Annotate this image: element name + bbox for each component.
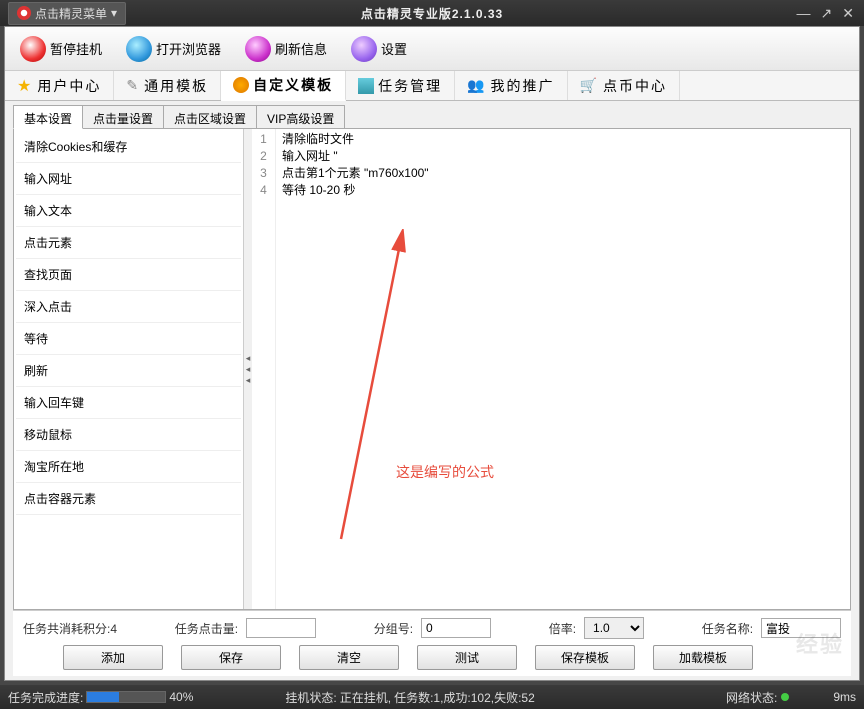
cart-icon: 🛒: [580, 77, 599, 94]
star-icon: ★: [17, 76, 33, 96]
refresh-icon: [245, 36, 271, 62]
tab-user-center[interactable]: ★用户中心: [5, 71, 114, 100]
net-label: 网络状态:: [726, 689, 777, 706]
minimize-icon[interactable]: —: [797, 5, 811, 22]
maximize-icon[interactable]: ↗: [821, 5, 833, 22]
sub-tab-area[interactable]: 点击区域设置: [163, 105, 257, 128]
rate-select[interactable]: 1.0: [584, 617, 644, 639]
clear-button[interactable]: 清空: [299, 645, 399, 670]
annotation-arrow: [316, 229, 436, 549]
task-stats: 任务数:1,成功:102,失败:52: [394, 689, 535, 706]
clicks-label: 任务点击量:: [175, 620, 238, 637]
chevron-down-icon: ▾: [111, 6, 117, 20]
cmd-enter-key[interactable]: 输入回车键: [16, 387, 241, 419]
group-input[interactable]: [421, 618, 491, 638]
circle-icon: [233, 77, 249, 93]
main-window: 暂停挂机 打开浏览器 刷新信息 设置 ★用户中心 ✎通用模板 自定义模板 任务管…: [4, 26, 860, 681]
code-line[interactable]: 等待 10-20 秒: [282, 182, 844, 199]
content-area: 基本设置 点击量设置 点击区域设置 VIP高级设置 清除Cookies和缓存 输…: [5, 101, 859, 680]
window-title: 点击精灵专业版2.1.0.33: [361, 5, 503, 22]
doc-icon: [358, 78, 374, 94]
menu-label: 点击精灵菜单: [35, 5, 107, 22]
script-editor[interactable]: 1 2 3 4 清除临时文件 输入网址 " 点击第1个元素 "m760x100"…: [252, 129, 850, 609]
code-line[interactable]: 点击第1个元素 "m760x100": [282, 165, 844, 182]
main-tabs: ★用户中心 ✎通用模板 自定义模板 任务管理 👥我的推广 🛒点币中心: [5, 71, 859, 101]
wand-icon: ✎: [126, 77, 140, 94]
tab-task-manage[interactable]: 任务管理: [346, 71, 455, 100]
task-name-input[interactable]: [761, 618, 841, 638]
rate-label: 倍率:: [549, 620, 576, 637]
cmd-click-container[interactable]: 点击容器元素: [16, 483, 241, 515]
app-menu-button[interactable]: 点击精灵菜单 ▾: [8, 2, 126, 25]
cmd-wait[interactable]: 等待: [16, 323, 241, 355]
code-line[interactable]: 清除临时文件: [282, 131, 844, 148]
pause-button[interactable]: 暂停挂机: [9, 31, 113, 67]
panel-body: 清除Cookies和缓存 输入网址 输入文本 点击元素 查找页面 深入点击 等待…: [13, 129, 851, 610]
sub-tabs: 基本设置 点击量设置 点击区域设置 VIP高级设置: [13, 105, 851, 129]
code-line[interactable]: 输入网址 ": [282, 148, 844, 165]
close-icon[interactable]: ✕: [842, 5, 854, 22]
tab-my-promotion[interactable]: 👥我的推广: [455, 71, 567, 100]
add-button[interactable]: 添加: [63, 645, 163, 670]
save-template-button[interactable]: 保存模板: [535, 645, 635, 670]
cmd-input-url[interactable]: 输入网址: [16, 163, 241, 195]
cmd-taobao-location[interactable]: 淘宝所在地: [16, 451, 241, 483]
tab-custom-template[interactable]: 自定义模板: [221, 71, 346, 101]
cmd-clear-cookies[interactable]: 清除Cookies和缓存: [16, 131, 241, 163]
cmd-deep-click[interactable]: 深入点击: [16, 291, 241, 323]
sub-tab-basic[interactable]: 基本设置: [13, 105, 83, 129]
app-icon: [17, 6, 31, 20]
hang-label: 挂机状态:: [285, 689, 336, 706]
refresh-button[interactable]: 刷新信息: [234, 31, 338, 67]
settings-icon: [351, 36, 377, 62]
toolbar: 暂停挂机 打开浏览器 刷新信息 设置: [5, 27, 859, 71]
hang-value: 正在挂机,: [340, 689, 391, 706]
status-dot-icon: [781, 693, 789, 701]
points-label: 任务共消耗积分:4: [23, 620, 117, 637]
users-icon: 👥: [467, 77, 486, 94]
cmd-move-mouse[interactable]: 移动鼠标: [16, 419, 241, 451]
progress-bar: [86, 691, 166, 703]
open-browser-button[interactable]: 打开浏览器: [115, 31, 232, 67]
pause-icon: [20, 36, 46, 62]
command-list: 清除Cookies和缓存 输入网址 输入文本 点击元素 查找页面 深入点击 等待…: [14, 129, 244, 609]
line-gutter: 1 2 3 4: [252, 129, 276, 609]
sub-tab-clicks[interactable]: 点击量设置: [82, 105, 164, 128]
load-template-button[interactable]: 加载模板: [653, 645, 753, 670]
annotation-text: 这是编写的公式: [396, 464, 494, 481]
progress-percent: 40%: [169, 690, 193, 704]
cmd-click-element[interactable]: 点击元素: [16, 227, 241, 259]
save-button[interactable]: 保存: [181, 645, 281, 670]
clicks-input[interactable]: [246, 618, 316, 638]
statusbar: 任务完成进度: 40% 挂机状态: 正在挂机, 任务数:1,成功:102,失败:…: [0, 685, 864, 709]
progress-label: 任务完成进度:: [8, 689, 83, 706]
browser-icon: [126, 36, 152, 62]
tab-common-template[interactable]: ✎通用模板: [114, 71, 221, 100]
cmd-refresh[interactable]: 刷新: [16, 355, 241, 387]
settings-button[interactable]: 设置: [340, 31, 418, 67]
test-button[interactable]: 测试: [417, 645, 517, 670]
splitter-handle[interactable]: ◂◂◂: [244, 129, 252, 609]
code-area[interactable]: 清除临时文件 输入网址 " 点击第1个元素 "m760x100" 等待 10-2…: [276, 129, 850, 609]
bottom-form: 任务共消耗积分:4 任务点击量: 分组号: 倍率: 1.0 任务名称: 添加 保…: [13, 610, 851, 676]
tab-coin-center[interactable]: 🛒点币中心: [568, 71, 680, 100]
sub-tab-vip[interactable]: VIP高级设置: [256, 105, 345, 128]
latency-value: 9ms: [833, 690, 856, 704]
cmd-input-text[interactable]: 输入文本: [16, 195, 241, 227]
window-titlebar: 点击精灵菜单 ▾ 点击精灵专业版2.1.0.33 — ↗ ✕: [0, 0, 864, 26]
cmd-find-page[interactable]: 查找页面: [16, 259, 241, 291]
task-name-label: 任务名称:: [702, 620, 753, 637]
group-label: 分组号:: [374, 620, 413, 637]
